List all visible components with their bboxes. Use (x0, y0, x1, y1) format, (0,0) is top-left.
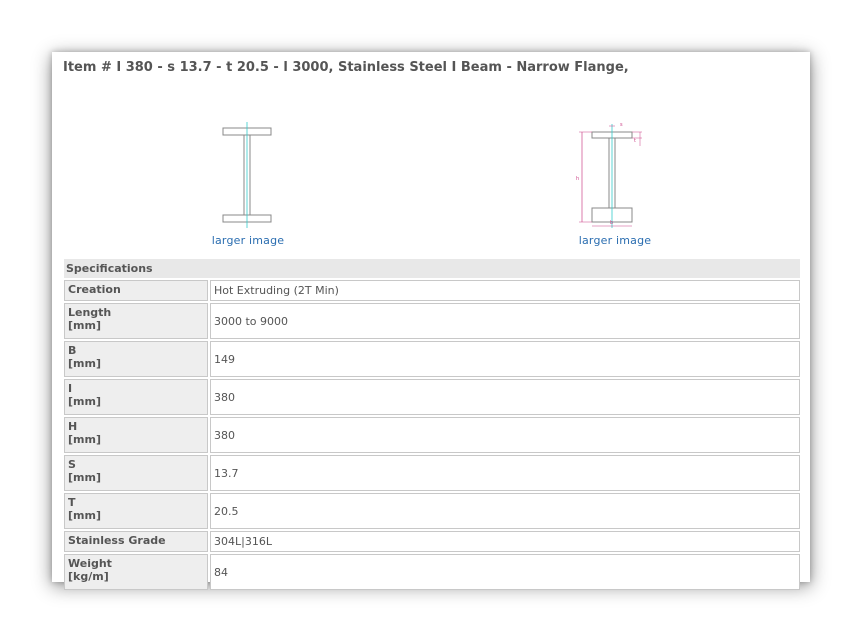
spec-unit: [kg/m] (68, 570, 109, 583)
spec-row: Creation Hot Extruding (2T Min) (64, 280, 800, 301)
image-block-dimensions: h b s t larger image (515, 118, 715, 247)
spec-value: 3000 to 9000 (210, 303, 800, 339)
spec-value: 380 (210, 417, 800, 453)
spec-value: 84 (210, 554, 800, 590)
spec-label-cell: T [mm] (64, 493, 208, 529)
larger-image-link-2[interactable]: larger image (515, 234, 715, 247)
specifications-body: Creation Hot Extruding (2T Min) Length [mm]… (64, 280, 800, 590)
spec-label: B (68, 344, 77, 357)
spec-row: H [mm] 380 (64, 417, 800, 453)
spec-row: Stainless Grade 304L|316L (64, 531, 800, 552)
dim-label-b: b (610, 220, 613, 226)
spec-label-cell: B [mm] (64, 341, 208, 377)
spec-value: 380 (210, 379, 800, 415)
spec-label-cell: Stainless Grade (64, 531, 208, 552)
spec-row: T [mm] 20.5 (64, 493, 800, 529)
spec-value: 149 (210, 341, 800, 377)
i-beam-profile-drawing[interactable] (218, 118, 278, 228)
i-beam-dimension-drawing[interactable]: h b s t (570, 118, 660, 228)
spec-label: Weight (68, 557, 112, 570)
spec-label-cell: Creation (64, 280, 208, 301)
spec-row: B [mm] 149 (64, 341, 800, 377)
page-title: Item # I 380 - s 13.7 - t 20.5 - l 3000,… (63, 60, 629, 75)
image-block-profile: larger image (148, 118, 348, 247)
spec-label: H (68, 420, 78, 433)
spec-row: I [mm] 380 (64, 379, 800, 415)
spec-label-cell: Weight [kg/m] (64, 554, 208, 590)
spec-label-cell: H [mm] (64, 417, 208, 453)
spec-unit: [mm] (68, 509, 101, 522)
spec-row: Length [mm] 3000 to 9000 (64, 303, 800, 339)
specifications-header: Specifications (64, 259, 800, 278)
dim-label-h: h (576, 176, 579, 182)
spec-value: 304L|316L (210, 531, 800, 552)
spec-label: Creation (68, 283, 121, 296)
spec-row: S [mm] 13.7 (64, 455, 800, 491)
spec-label: Stainless Grade (68, 534, 166, 547)
dim-label-s: s (620, 122, 623, 128)
larger-image-link-1[interactable]: larger image (148, 234, 348, 247)
spec-label-cell: Length [mm] (64, 303, 208, 339)
spec-unit: [mm] (68, 433, 101, 446)
dim-label-t: t (634, 138, 636, 144)
spec-label: I (68, 382, 73, 395)
spec-value: 13.7 (210, 455, 800, 491)
spec-label: S (68, 458, 76, 471)
product-panel: Item # I 380 - s 13.7 - t 20.5 - l 3000,… (52, 52, 810, 590)
spec-row: Weight [kg/m] 84 (64, 554, 800, 590)
specifications-table: Specifications Creation Hot Extruding (2T… (64, 257, 800, 592)
spec-label-cell: I [mm] (64, 379, 208, 415)
spec-unit: [mm] (68, 319, 101, 332)
spec-label-cell: S [mm] (64, 455, 208, 491)
spec-unit: [mm] (68, 471, 101, 484)
spec-unit: [mm] (68, 357, 101, 370)
spec-label: T (68, 496, 76, 509)
spec-value: Hot Extruding (2T Min) (210, 280, 800, 301)
spec-unit: [mm] (68, 395, 101, 408)
spec-value: 20.5 (210, 493, 800, 529)
spec-label: Length (68, 306, 112, 319)
